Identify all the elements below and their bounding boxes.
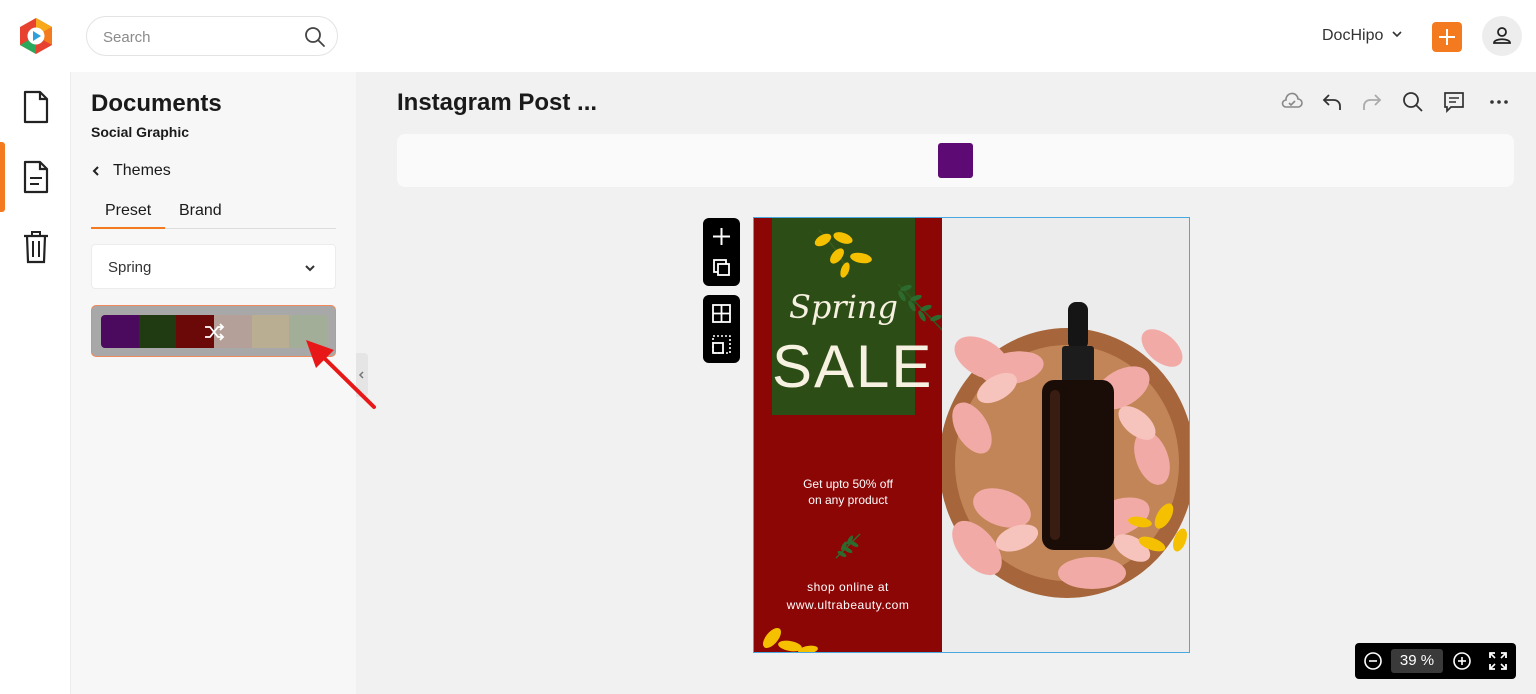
document-title[interactable]: Instagram Post ... xyxy=(397,89,597,117)
theme-select[interactable]: Spring xyxy=(91,244,336,289)
palette-swatch xyxy=(251,315,290,348)
shuffle-icon[interactable] xyxy=(202,320,226,344)
plus-icon xyxy=(1439,29,1455,45)
search-icon[interactable] xyxy=(303,25,327,49)
documents-list-icon xyxy=(23,160,48,194)
themes-panel: Documents Social Graphic Themes Preset B… xyxy=(71,72,356,694)
rail-item-trash[interactable] xyxy=(0,212,71,282)
top-bar: DocHipo xyxy=(0,0,1536,72)
color-palette[interactable] xyxy=(91,305,336,357)
panel-collapse-handle[interactable] xyxy=(356,353,368,397)
shop-line-2: www.ultrabeauty.com xyxy=(786,598,910,612)
design-script-title[interactable]: Spring xyxy=(772,288,915,326)
design-shop-text[interactable]: shop online at www.ultrabeauty.com xyxy=(754,578,942,614)
account-name: DocHipo xyxy=(1322,27,1384,44)
chevron-down-icon xyxy=(303,261,317,275)
rail-item-documents[interactable] xyxy=(0,142,71,212)
redo-icon[interactable] xyxy=(1360,90,1384,114)
search-icon[interactable] xyxy=(1401,90,1425,114)
user-icon xyxy=(1493,27,1511,44)
trash-icon xyxy=(23,231,48,264)
leaf-decoration-icon xyxy=(814,229,872,278)
rail-item-new-document[interactable] xyxy=(0,72,71,142)
palette-swatch xyxy=(138,315,177,348)
promo-line-1: Get upto 50% off xyxy=(803,477,893,491)
serum-bottle-image xyxy=(939,218,1189,652)
zoom-control: 39 % xyxy=(1355,643,1516,679)
sprig-decoration-icon xyxy=(835,533,861,559)
chevron-left-icon xyxy=(92,166,99,176)
duplicate-page-icon[interactable] xyxy=(711,257,732,278)
promo-line-2: on any product xyxy=(808,493,888,507)
color-toolbar xyxy=(397,134,1514,187)
zoom-value[interactable]: 39 % xyxy=(1391,649,1443,673)
product-photo[interactable] xyxy=(939,218,1189,652)
add-page-icon[interactable] xyxy=(711,226,732,247)
dochipo-logo-icon[interactable] xyxy=(16,16,56,56)
page-size-icon[interactable] xyxy=(711,334,732,355)
zoom-out-icon[interactable] xyxy=(1363,651,1383,671)
theme-tabs: Preset Brand xyxy=(91,200,336,229)
comment-icon[interactable] xyxy=(1442,90,1466,114)
themes-label: Themes xyxy=(113,162,171,179)
palette-swatch xyxy=(101,315,139,348)
page-actions-toolbar xyxy=(703,218,740,286)
themes-back-button[interactable]: Themes xyxy=(91,162,171,180)
layout-actions-toolbar xyxy=(703,295,740,363)
palette-swatch xyxy=(289,315,327,348)
design-headline[interactable]: SALE xyxy=(772,332,931,401)
panel-subtitle: Social Graphic xyxy=(91,124,190,140)
design-canvas[interactable]: Spring SALE Get upto 50% off on any prod… xyxy=(753,217,1190,653)
account-menu[interactable]: DocHipo xyxy=(1322,24,1403,48)
search-box xyxy=(86,16,338,56)
create-button[interactable] xyxy=(1432,22,1462,52)
panel-title: Documents xyxy=(91,90,222,117)
avatar[interactable] xyxy=(1482,16,1522,56)
design-promo-text[interactable]: Get upto 50% off on any product xyxy=(754,476,942,508)
fullscreen-icon[interactable] xyxy=(1488,651,1508,671)
leaf-decoration-icon xyxy=(763,628,818,652)
tab-preset[interactable]: Preset xyxy=(91,202,166,229)
grid-icon[interactable] xyxy=(711,303,732,324)
chevron-down-icon xyxy=(1391,27,1403,45)
document-icon xyxy=(23,90,48,124)
selected-color-chip[interactable] xyxy=(938,143,973,178)
left-rail xyxy=(0,72,71,694)
search-input[interactable] xyxy=(103,27,293,47)
cloud-save-icon[interactable] xyxy=(1280,90,1304,114)
theme-select-value: Spring xyxy=(108,259,152,276)
zoom-in-icon[interactable] xyxy=(1452,651,1472,671)
more-options-icon[interactable] xyxy=(1487,90,1511,114)
undo-icon[interactable] xyxy=(1320,90,1344,114)
chevron-left-icon xyxy=(358,371,364,379)
shop-line-1: shop online at xyxy=(807,580,889,594)
tab-brand[interactable]: Brand xyxy=(165,202,236,229)
